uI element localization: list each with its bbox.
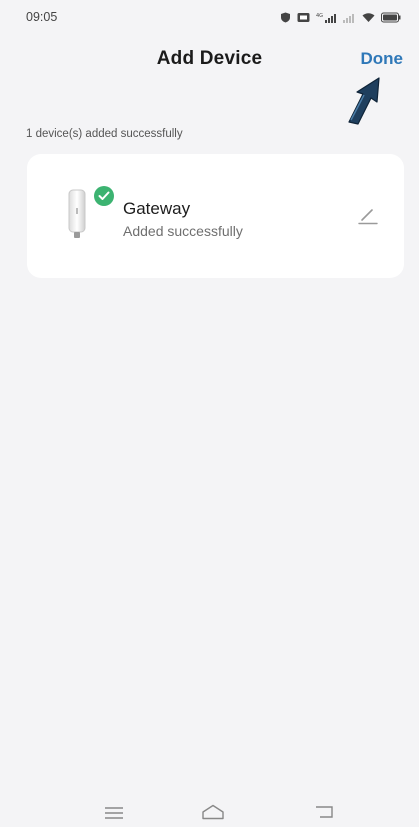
svg-text:4G: 4G [316,13,323,19]
signal-icon: 4G [316,12,336,23]
gateway-device-icon [67,188,87,245]
screen: 09:05 4G Add Device Done 1 device(s) add… [0,0,419,827]
done-button[interactable]: Done [361,49,404,69]
shield-icon [280,12,291,23]
wifi-icon [362,12,375,23]
home-icon[interactable] [202,804,224,825]
nfc-icon [297,12,310,23]
status-icons: 4G [280,12,401,23]
devices-added-label: 1 device(s) added successfully [26,128,183,140]
menu-icon[interactable] [104,806,124,824]
device-card-gateway[interactable]: Gateway Added successfully [27,154,404,278]
arrow-annotation-icon [345,76,383,131]
signal-weak-icon [342,12,356,23]
device-name: Gateway [123,199,191,218]
back-icon[interactable] [314,805,334,824]
system-nav-bar [0,794,419,827]
status-time: 09:05 [26,10,58,24]
status-bar: 09:05 4G [0,0,419,34]
battery-icon [381,12,401,23]
device-status: Added successfully [123,223,243,239]
edit-pencil-icon[interactable] [358,207,378,230]
page-title: Add Device [156,48,263,69]
success-check-icon [94,186,114,206]
